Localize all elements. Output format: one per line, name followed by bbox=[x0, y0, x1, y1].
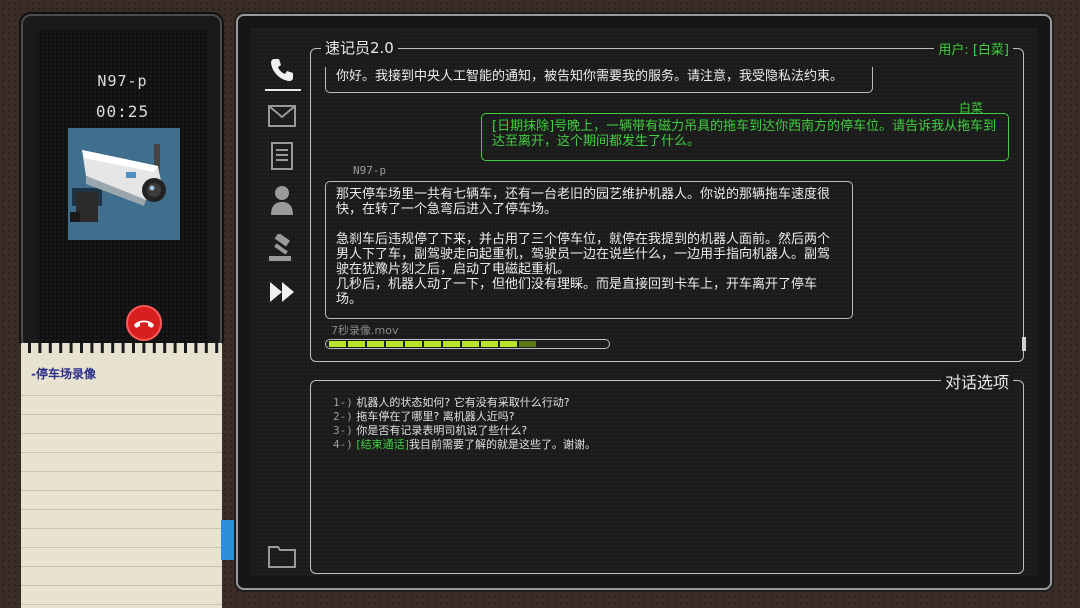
fast-forward-button[interactable] bbox=[266, 276, 298, 308]
progress-segment bbox=[367, 341, 384, 347]
app-window: 速记员2.0 用户: [白菜] 你好。我接到中央人工智能的通知，被告知你需要我的… bbox=[250, 28, 1038, 576]
spiral-ring bbox=[163, 343, 167, 353]
spiral-ring bbox=[204, 343, 208, 353]
caller-avatar bbox=[68, 128, 180, 240]
notepad: -停车场录像 bbox=[21, 343, 222, 608]
spiral-ring bbox=[194, 343, 198, 353]
notepad-entry-title[interactable]: -停车场录像 bbox=[31, 365, 96, 382]
call-timer: 00:25 bbox=[95, 102, 150, 121]
message-paragraph: 几秒后，机器人动了一下，但他们没有理睬。而是直接回到卡车上，开车离开了停车场。 bbox=[336, 277, 818, 307]
user-label: 用户: [白菜] bbox=[934, 39, 1013, 58]
message-text: 你好。我接到中央人工智能的通知，被告知你需要我的服务。请注意，我受隐私法约束。 bbox=[336, 69, 844, 84]
spiral-ring bbox=[80, 343, 83, 353]
spiral-ring bbox=[142, 343, 146, 353]
notepad-tab[interactable] bbox=[221, 520, 237, 560]
progress-segment bbox=[348, 341, 365, 347]
fast-forward-icon bbox=[270, 282, 294, 302]
dialogue-option-end-call[interactable]: 4-) [结束通话]我目前需要了解的就是这些了。谢谢。 bbox=[333, 436, 596, 452]
document-icon bbox=[271, 142, 293, 170]
progress-segment bbox=[481, 341, 498, 347]
sidebar-phone-tab[interactable] bbox=[266, 54, 298, 86]
sidebar-document-tab[interactable] bbox=[266, 140, 298, 172]
spiral-ring bbox=[90, 343, 94, 353]
progress-segment bbox=[424, 341, 441, 347]
transcript-panel[interactable]: 速记员2.0 用户: [白菜] 你好。我接到中央人工智能的通知，被告知你需要我的… bbox=[310, 37, 1026, 362]
progress-segment bbox=[405, 341, 422, 347]
message-paragraph: 急刹车后违规停了下来，并占用了三个停车位，就停在我提到的机器人面前。然后两个男人… bbox=[336, 232, 831, 277]
sidebar-profile-tab[interactable] bbox=[266, 184, 298, 216]
spiral-ring bbox=[69, 343, 73, 353]
gavel-icon bbox=[269, 234, 291, 261]
notepad-spiral-rings bbox=[28, 343, 219, 353]
mail-icon bbox=[268, 105, 296, 127]
npc-sender-label: N97-p bbox=[353, 164, 387, 177]
npc-message-bubble: 那天停车场里一共有七辆车，还有一台老旧的园艺维护机器人。你说的那辆拖车速度很快，… bbox=[325, 181, 853, 319]
user-message-bubble: [日期抹除]号晚上，一辆带有磁力吊具的拖车到达你西南方的停车位。请告诉我从拖车到… bbox=[481, 113, 1009, 161]
spiral-ring bbox=[48, 343, 52, 353]
spiral-ring bbox=[215, 343, 219, 353]
progress-segment bbox=[443, 341, 460, 347]
dialogue-options-panel: 对话选项 1-) 机器人的状态如何? 它有没有采取什么行动? 2-) 拖车停在了… bbox=[310, 369, 1024, 574]
spiral-ring bbox=[121, 343, 125, 353]
message-paragraph: 那天停车场里一共有七辆车，还有一台老旧的园艺维护机器人。你说的那辆拖车速度很快，… bbox=[336, 187, 831, 217]
progress-segment bbox=[519, 341, 536, 347]
phone-device: N97-p 00:25 bbox=[21, 14, 222, 352]
progress-segment bbox=[500, 341, 517, 347]
spiral-ring bbox=[173, 343, 177, 353]
spiral-ring bbox=[38, 343, 42, 353]
progress-segment bbox=[329, 341, 346, 347]
sidebar-judgment-tab[interactable] bbox=[266, 232, 298, 264]
date-redacted-tag: [日期抹除] bbox=[492, 119, 555, 134]
sidebar-folder-tab[interactable] bbox=[266, 540, 298, 572]
person-icon bbox=[271, 186, 293, 215]
spiral-ring bbox=[28, 343, 31, 353]
app-title: 速记员2.0 bbox=[321, 37, 398, 58]
progress-segment bbox=[386, 341, 403, 347]
progress-segment bbox=[576, 341, 593, 347]
npc-message-bubble: 你好。我接到中央人工智能的通知，被告知你需要我的服务。请注意，我受隐私法约束。 bbox=[325, 67, 873, 93]
spiral-ring bbox=[152, 343, 156, 353]
folder-icon bbox=[268, 546, 296, 568]
spiral-ring bbox=[132, 343, 135, 353]
progress-segment bbox=[538, 341, 555, 347]
spiral-ring bbox=[100, 343, 104, 353]
caller-name: N97-p bbox=[97, 72, 148, 90]
progress-segment bbox=[557, 341, 574, 347]
attachment-filename[interactable]: 7秒录像.mov bbox=[331, 322, 398, 338]
dialogue-options-title: 对话选项 bbox=[940, 369, 1013, 393]
active-tab-indicator bbox=[265, 89, 301, 91]
progress-segment bbox=[462, 341, 479, 347]
hangup-button[interactable] bbox=[126, 305, 162, 341]
spiral-ring bbox=[59, 343, 63, 353]
spiral-ring bbox=[184, 343, 187, 353]
monitor-frame: 速记员2.0 用户: [白菜] 你好。我接到中央人工智能的通知，被告知你需要我的… bbox=[236, 14, 1052, 590]
video-progress-bar[interactable] bbox=[325, 339, 610, 349]
security-camera-icon bbox=[68, 128, 180, 240]
message-text: 号晚上，一辆带有磁力吊具的拖车到达你西南方的停车位。请告诉我从拖车到达至离开，这… bbox=[492, 119, 997, 149]
phone-hangup-icon bbox=[134, 320, 154, 328]
spiral-ring bbox=[111, 343, 115, 353]
phone-icon bbox=[271, 59, 293, 81]
sidebar-mail-tab[interactable] bbox=[266, 100, 298, 132]
transcript-scrollbar[interactable] bbox=[1022, 337, 1026, 351]
